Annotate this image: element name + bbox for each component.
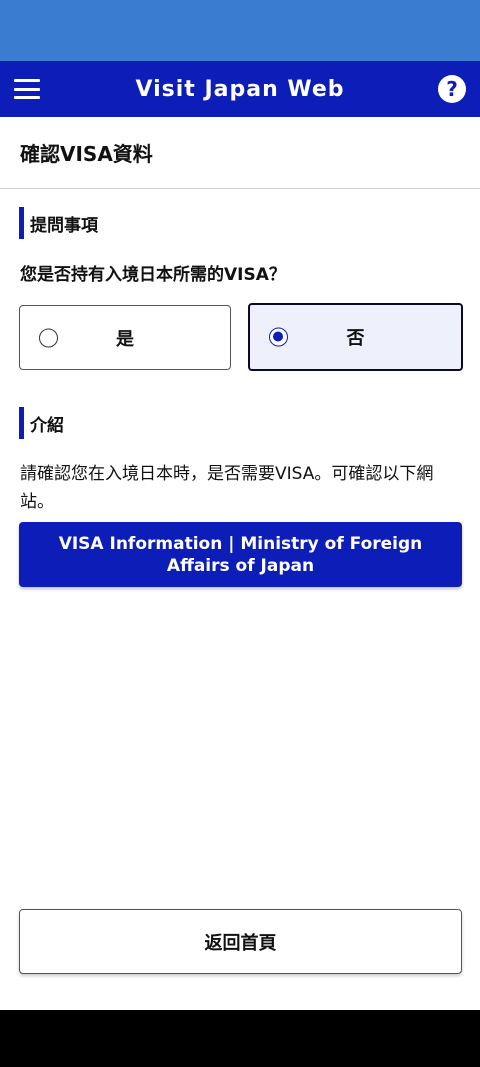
back-to-home-button[interactable]: 返回首頁 <box>19 909 462 974</box>
system-nav-bar <box>0 1010 480 1067</box>
radio-unchecked-icon[interactable] <box>39 328 58 347</box>
radio-option-yes[interactable]: 是 <box>19 305 231 370</box>
page-title: 確認VISA資料 <box>20 142 153 166</box>
section-heading-intro: 介紹 <box>19 407 64 439</box>
hamburger-menu-icon[interactable] <box>12 76 42 102</box>
section-heading-questions: 提問事項 <box>19 207 98 239</box>
intro-text: 請確認您在入境日本時，是否需要VISA。可確認以下網站。 <box>20 464 434 512</box>
status-bar <box>0 0 480 61</box>
visa-question: 您是否持有入境日本所需的VISA？ <box>20 265 286 285</box>
help-icon[interactable]: ? <box>438 75 466 103</box>
page-title-bar: 確認VISA資料 <box>0 117 480 189</box>
radio-checked-icon[interactable] <box>269 327 288 347</box>
radio-option-no[interactable]: 否 <box>248 303 463 371</box>
visa-info-link-button[interactable]: VISA Information | Ministry of Foreign A… <box>19 522 462 587</box>
app-header: Visit Japan Web ? <box>0 61 480 117</box>
app-title: Visit Japan Web <box>135 76 345 102</box>
